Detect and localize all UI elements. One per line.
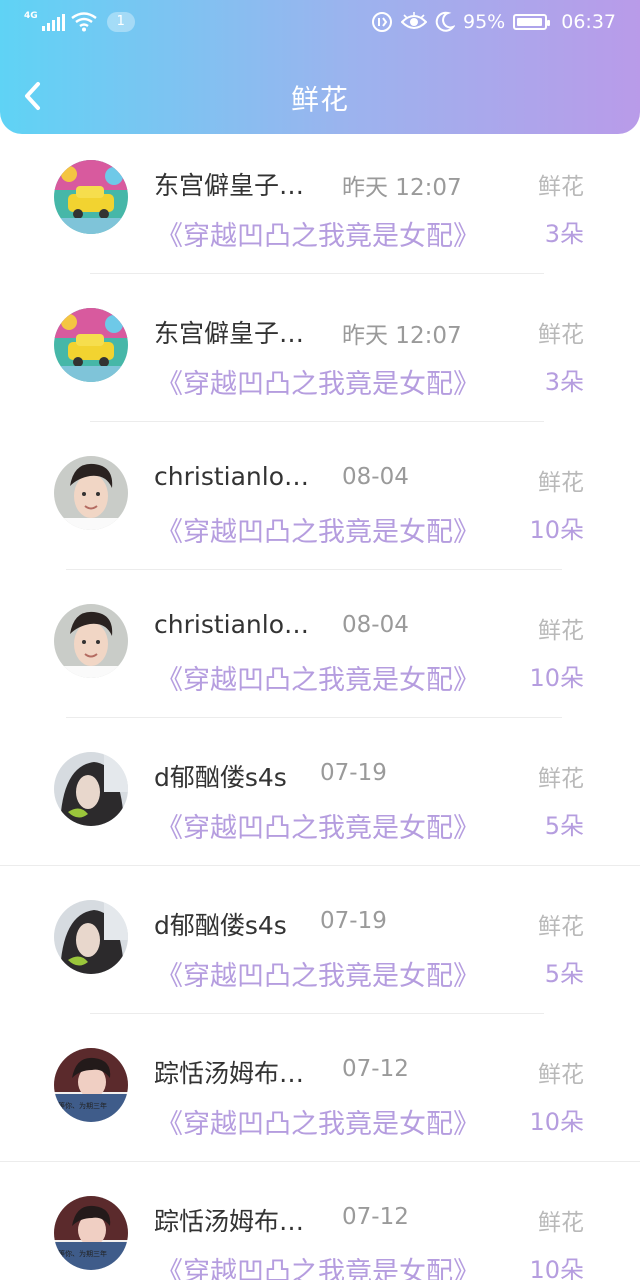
avatar[interactable]: 等你、为期三年 (54, 1048, 128, 1122)
sender-name: 东宫僻皇子… (154, 171, 305, 200)
flower-count: 10朵 (529, 1256, 584, 1280)
send-time: 07-12 (342, 1056, 409, 1082)
avatar[interactable] (54, 456, 128, 530)
sender-name: 踪恬汤姆布… (154, 1059, 305, 1088)
flower-count: 10朵 (529, 664, 584, 692)
gift-type: 鲜花 (538, 1210, 584, 1236)
flower-count: 3朵 (544, 368, 584, 396)
app-header: 4G 1 95% 06:37 鲜花 (0, 0, 640, 134)
book-title[interactable]: 《穿越凹凸之我竟是女配》 (156, 214, 480, 253)
clock-time: 06:37 (561, 11, 616, 33)
gift-type: 鲜花 (538, 618, 584, 644)
flower-count: 5朵 (544, 812, 584, 840)
list-item[interactable]: d郁酗偻s4s 07-19 鲜花 《穿越凹凸之我竟是女配》 5朵 (0, 866, 640, 1014)
eye-comfort-icon (401, 12, 427, 29)
book-title[interactable]: 《穿越凹凸之我竟是女配》 (156, 510, 480, 549)
avatar[interactable] (54, 308, 128, 382)
wifi-icon (70, 12, 97, 32)
send-time: 07-19 (320, 908, 387, 934)
send-time: 07-19 (320, 760, 387, 786)
flower-count: 10朵 (529, 1108, 584, 1136)
list-item[interactable]: 东宫僻皇子… 昨天 12:07 鲜花 《穿越凹凸之我竟是女配》 3朵 (0, 126, 640, 274)
nav-bar: 鲜花 (0, 60, 640, 134)
flower-count: 5朵 (544, 960, 584, 988)
sender-name: d郁酗偻s4s (154, 763, 287, 792)
list-item[interactable]: 等你、为期三年 踪恬汤姆布… 07-12 鲜花 《穿越凹凸之我竟是女配》 10朵 (0, 1162, 640, 1280)
book-title[interactable]: 《穿越凹凸之我竟是女配》 (156, 658, 480, 697)
moon-icon (435, 11, 455, 32)
avatar[interactable]: 等你、为期三年 (54, 1196, 128, 1270)
flower-record-list[interactable]: 东宫僻皇子… 昨天 12:07 鲜花 《穿越凹凸之我竟是女配》 3朵 东宫僻皇子… (0, 0, 640, 1280)
gift-type: 鲜花 (538, 1062, 584, 1088)
avatar[interactable] (54, 900, 128, 974)
battery-percent: 95% (463, 11, 506, 33)
list-item[interactable]: 等你、为期三年 踪恬汤姆布… 07-12 鲜花 《穿越凹凸之我竟是女配》 10朵 (0, 1014, 640, 1162)
page-title: 鲜花 (290, 83, 349, 116)
list-item[interactable]: christianlo… 08-04 鲜花 《穿越凹凸之我竟是女配》 10朵 (0, 570, 640, 718)
book-title[interactable]: 《穿越凹凸之我竟是女配》 (156, 806, 480, 845)
send-time: 08-04 (342, 464, 409, 490)
sender-name: 踪恬汤姆布… (154, 1207, 305, 1236)
list-item[interactable]: d郁酗偻s4s 07-19 鲜花 《穿越凹凸之我竟是女配》 5朵 (0, 718, 640, 866)
sender-name: christianlo… (154, 462, 309, 491)
status-bar: 4G 1 95% 06:37 (0, 0, 640, 44)
gift-type: 鲜花 (538, 174, 584, 200)
book-title[interactable]: 《穿越凹凸之我竟是女配》 (156, 1102, 480, 1141)
gift-type: 鲜花 (538, 470, 584, 496)
avatar-caption: 等你、为期三年 (58, 1249, 107, 1258)
gift-type: 鲜花 (538, 766, 584, 792)
book-title[interactable]: 《穿越凹凸之我竟是女配》 (156, 362, 480, 401)
sender-name: christianlo… (154, 610, 309, 639)
avatar[interactable] (54, 160, 128, 234)
battery-icon (513, 14, 551, 30)
data-saver-icon (372, 12, 392, 32)
sender-name: d郁酗偻s4s (154, 911, 287, 940)
signal-icon (41, 13, 65, 31)
flower-count: 10朵 (529, 516, 584, 544)
gift-type: 鲜花 (538, 322, 584, 348)
sender-name: 东宫僻皇子… (154, 319, 305, 348)
book-title[interactable]: 《穿越凹凸之我竟是女配》 (156, 954, 480, 993)
send-time: 昨天 12:07 (342, 175, 462, 201)
notification-badge: 1 (106, 12, 135, 32)
list-item[interactable]: 东宫僻皇子… 昨天 12:07 鲜花 《穿越凹凸之我竟是女配》 3朵 (0, 274, 640, 422)
avatar[interactable] (54, 604, 128, 678)
list-item[interactable]: christianlo… 08-04 鲜花 《穿越凹凸之我竟是女配》 10朵 (0, 422, 640, 570)
avatar[interactable] (54, 752, 128, 826)
avatar-caption: 等你、为期三年 (58, 1101, 107, 1110)
book-title[interactable]: 《穿越凹凸之我竟是女配》 (156, 1250, 480, 1280)
gift-type: 鲜花 (538, 914, 584, 940)
send-time: 07-12 (342, 1204, 409, 1230)
send-time: 昨天 12:07 (342, 323, 462, 349)
flower-count: 3朵 (544, 220, 584, 248)
network-type: 4G (24, 11, 38, 21)
send-time: 08-04 (342, 612, 409, 638)
